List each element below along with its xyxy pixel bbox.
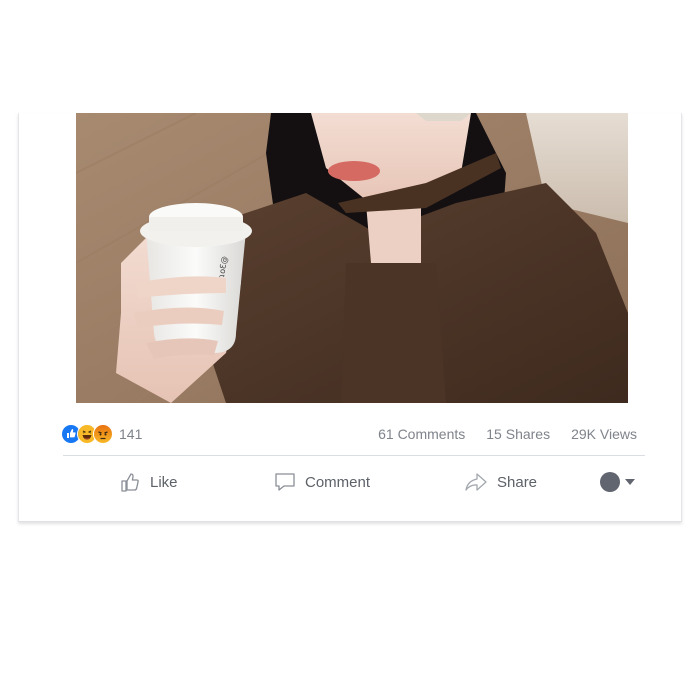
post-photo[interactable]: ƐƐɿoƐ@ — [76, 113, 628, 403]
thumbs-up-icon — [121, 473, 139, 492]
views-count: 29K Views — [571, 426, 637, 442]
like-label: Like — [150, 473, 178, 491]
comment-button[interactable]: Comment — [274, 467, 370, 497]
shares-count-link[interactable]: 15 Shares — [486, 426, 550, 442]
post-card: ƐƐɿoƐ@ 141 61 Comments 15 Shares 29K Vie… — [18, 113, 682, 522]
divider — [63, 455, 645, 456]
comment-label: Comment — [305, 473, 371, 491]
share-button[interactable]: Share — [464, 467, 537, 497]
like-button[interactable]: Like — [119, 467, 178, 497]
reactions-summary[interactable]: 141 — [61, 424, 142, 444]
post-action-bar: Like Comment Share — [19, 467, 681, 497]
angry-icon — [93, 424, 113, 444]
comments-count-link[interactable]: 61 Comments — [378, 426, 465, 442]
share-label: Share — [497, 473, 538, 491]
caret-down-icon — [625, 479, 635, 485]
share-arrow-icon — [465, 473, 487, 491]
selfie-with-coffee-cup-image: ƐƐɿoƐ@ — [76, 113, 628, 403]
reaction-count: 141 — [119, 426, 143, 442]
comment-bubble-icon — [275, 473, 295, 491]
post-stats-row: 141 61 Comments 15 Shares 29K Views — [61, 421, 637, 447]
avatar — [600, 472, 620, 492]
reaction-profile-selector[interactable] — [600, 472, 635, 492]
